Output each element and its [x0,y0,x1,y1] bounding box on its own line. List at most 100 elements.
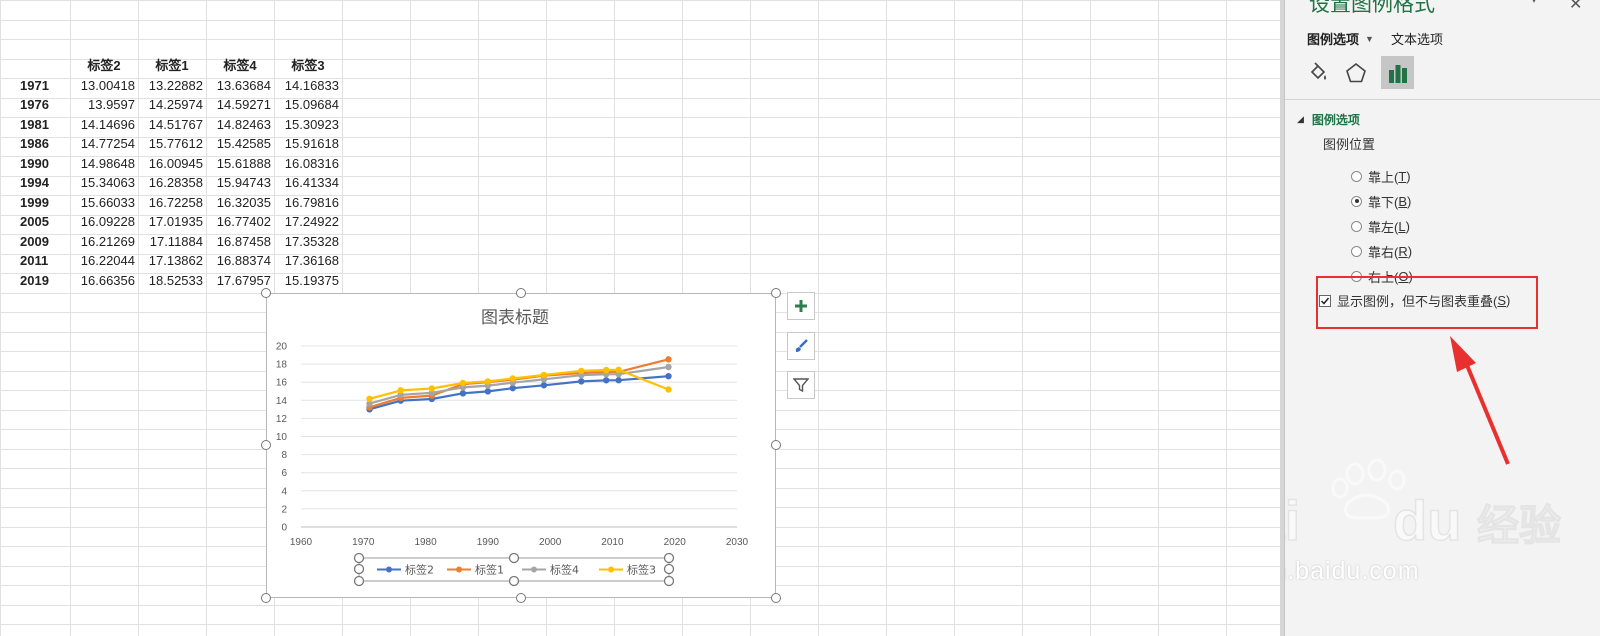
header-cell[interactable]: 标签3 [274,56,342,75]
year-cell[interactable]: 1971 [0,76,70,95]
value-cell[interactable]: 15.91618 [274,134,342,153]
chart-resize-handle[interactable] [771,593,781,603]
chart-resize-handle[interactable] [771,440,781,450]
tab-text-options[interactable]: 文本选项 [1391,29,1443,48]
value-cell[interactable]: 18.52533 [138,271,206,290]
year-cell[interactable]: 1994 [0,173,70,192]
chart-resize-handle[interactable] [771,288,781,298]
annotation-arrow [1450,336,1510,465]
legend-position-option[interactable]: 靠上(T) [1351,167,1411,185]
legend-position-label: 图例位置 [1323,137,1376,152]
radio-button[interactable] [1351,170,1362,182]
column-gridline [1022,0,1023,636]
value-cell[interactable]: 13.63684 [206,76,274,95]
value-cell[interactable]: 14.25974 [138,95,206,114]
value-cell[interactable]: 16.08316 [274,154,342,173]
chart-resize-handle[interactable] [261,288,271,298]
value-cell[interactable]: 17.35328 [274,232,342,251]
year-cell[interactable]: 2011 [0,251,70,270]
value-cell[interactable]: 15.09684 [274,95,342,114]
radio-button[interactable] [1351,220,1362,232]
value-cell[interactable]: 15.42585 [206,134,274,153]
chart-filters-button[interactable] [787,371,815,399]
year-cell[interactable]: 2009 [0,232,70,251]
chart-area[interactable]: 图表标题 0 2 4 6 8 10 12 14 16 18 20 1960 1970 1980 1990 200… [266,293,776,598]
year-cell[interactable]: 1990 [0,154,70,173]
tab-legend-options-label: 图例选项 [1307,32,1360,47]
chart-elements-button[interactable] [787,292,815,320]
value-cell[interactable]: 16.66356 [70,271,138,290]
task-options-icon[interactable]: ▾ [1531,0,1537,6]
line-chart[interactable]: 图表标题 0 2 4 6 8 10 12 14 16 18 20 1960 1970 1980 1990 200… [267,294,775,597]
header-cell[interactable]: 标签4 [206,56,274,75]
chart-resize-handle[interactable] [261,593,271,603]
legend-resize-handle [663,575,675,587]
value-cell[interactable]: 17.11884 [138,232,206,251]
value-cell[interactable]: 14.77254 [70,134,138,153]
legend-position-option[interactable]: 靠右(R) [1351,242,1412,260]
data-point [603,366,610,374]
value-cell[interactable]: 15.19375 [274,271,342,290]
year-cell[interactable]: 1986 [0,134,70,153]
pane-title: 设置图例格式 [1309,0,1435,16]
value-cell[interactable]: 14.98648 [70,154,138,173]
legend-options-tab[interactable] [1381,56,1414,89]
data-point [615,366,622,374]
value-cell[interactable]: 16.79816 [274,193,342,212]
data-point [603,377,610,384]
value-cell[interactable]: 14.14696 [70,115,138,134]
value-cell[interactable]: 16.22044 [70,251,138,270]
value-cell[interactable]: 16.87458 [206,232,274,251]
value-cell[interactable]: 15.94743 [206,173,274,192]
value-cell[interactable]: 13.22882 [138,76,206,95]
legend-position-option[interactable]: 靠下(B) [1351,192,1411,210]
value-cell[interactable]: 15.66033 [70,193,138,212]
value-cell[interactable]: 17.13862 [138,251,206,270]
value-cell[interactable]: 13.00418 [70,76,138,95]
value-cell[interactable]: 16.09228 [70,212,138,231]
year-cell[interactable]: 1981 [0,115,70,134]
radio-button[interactable] [1351,245,1362,257]
fill-line-tab[interactable] [1303,58,1333,88]
legend-resize-handle [508,575,520,587]
year-cell[interactable]: 1999 [0,193,70,212]
chart-resize-handle[interactable] [261,440,271,450]
value-cell[interactable]: 15.30923 [274,115,342,134]
value-cell[interactable]: 15.61888 [206,154,274,173]
chart-styles-button[interactable] [787,332,815,360]
value-cell[interactable]: 17.67957 [206,271,274,290]
header-cell[interactable]: 标签1 [138,56,206,75]
close-icon[interactable]: ✕ [1569,0,1582,14]
value-cell[interactable]: 13.9597 [70,95,138,114]
value-cell[interactable]: 14.16833 [274,76,342,95]
value-cell[interactable]: 16.72258 [138,193,206,212]
header-cell[interactable]: 标签2 [70,56,138,75]
value-cell[interactable]: 16.00945 [138,154,206,173]
year-cell[interactable]: 2019 [0,271,70,290]
value-cell[interactable]: 16.21269 [70,232,138,251]
year-cell[interactable]: 2005 [0,212,70,231]
value-cell[interactable]: 16.88374 [206,251,274,270]
value-cell[interactable]: 15.77612 [138,134,206,153]
legend-position-option[interactable]: 靠左(L) [1351,217,1410,235]
value-cell[interactable]: 16.28358 [138,173,206,192]
chart-resize-handle[interactable] [516,593,526,603]
value-cell[interactable]: 17.01935 [138,212,206,231]
value-cell[interactable]: 14.59271 [206,95,274,114]
value-cell[interactable]: 17.36168 [274,251,342,270]
value-cell[interactable]: 16.41334 [274,173,342,192]
value-cell[interactable]: 14.82463 [206,115,274,134]
value-cell[interactable]: 16.32035 [206,193,274,212]
value-cell[interactable]: 15.34063 [70,173,138,192]
value-cell[interactable]: 17.24922 [274,212,342,231]
column-gridline [954,0,955,636]
section-header[interactable]: ◢ 图例选项 [1297,111,1360,128]
effects-tab[interactable] [1341,58,1371,88]
value-cell[interactable]: 16.77402 [206,212,274,231]
chart-resize-handle[interactable] [516,288,526,298]
tab-legend-options[interactable]: 图例选项 ▼ [1307,29,1374,48]
radio-button[interactable] [1351,195,1362,207]
y-tick-label: 16 [276,378,288,389]
value-cell[interactable]: 14.51767 [138,115,206,134]
year-cell[interactable]: 1976 [0,95,70,114]
